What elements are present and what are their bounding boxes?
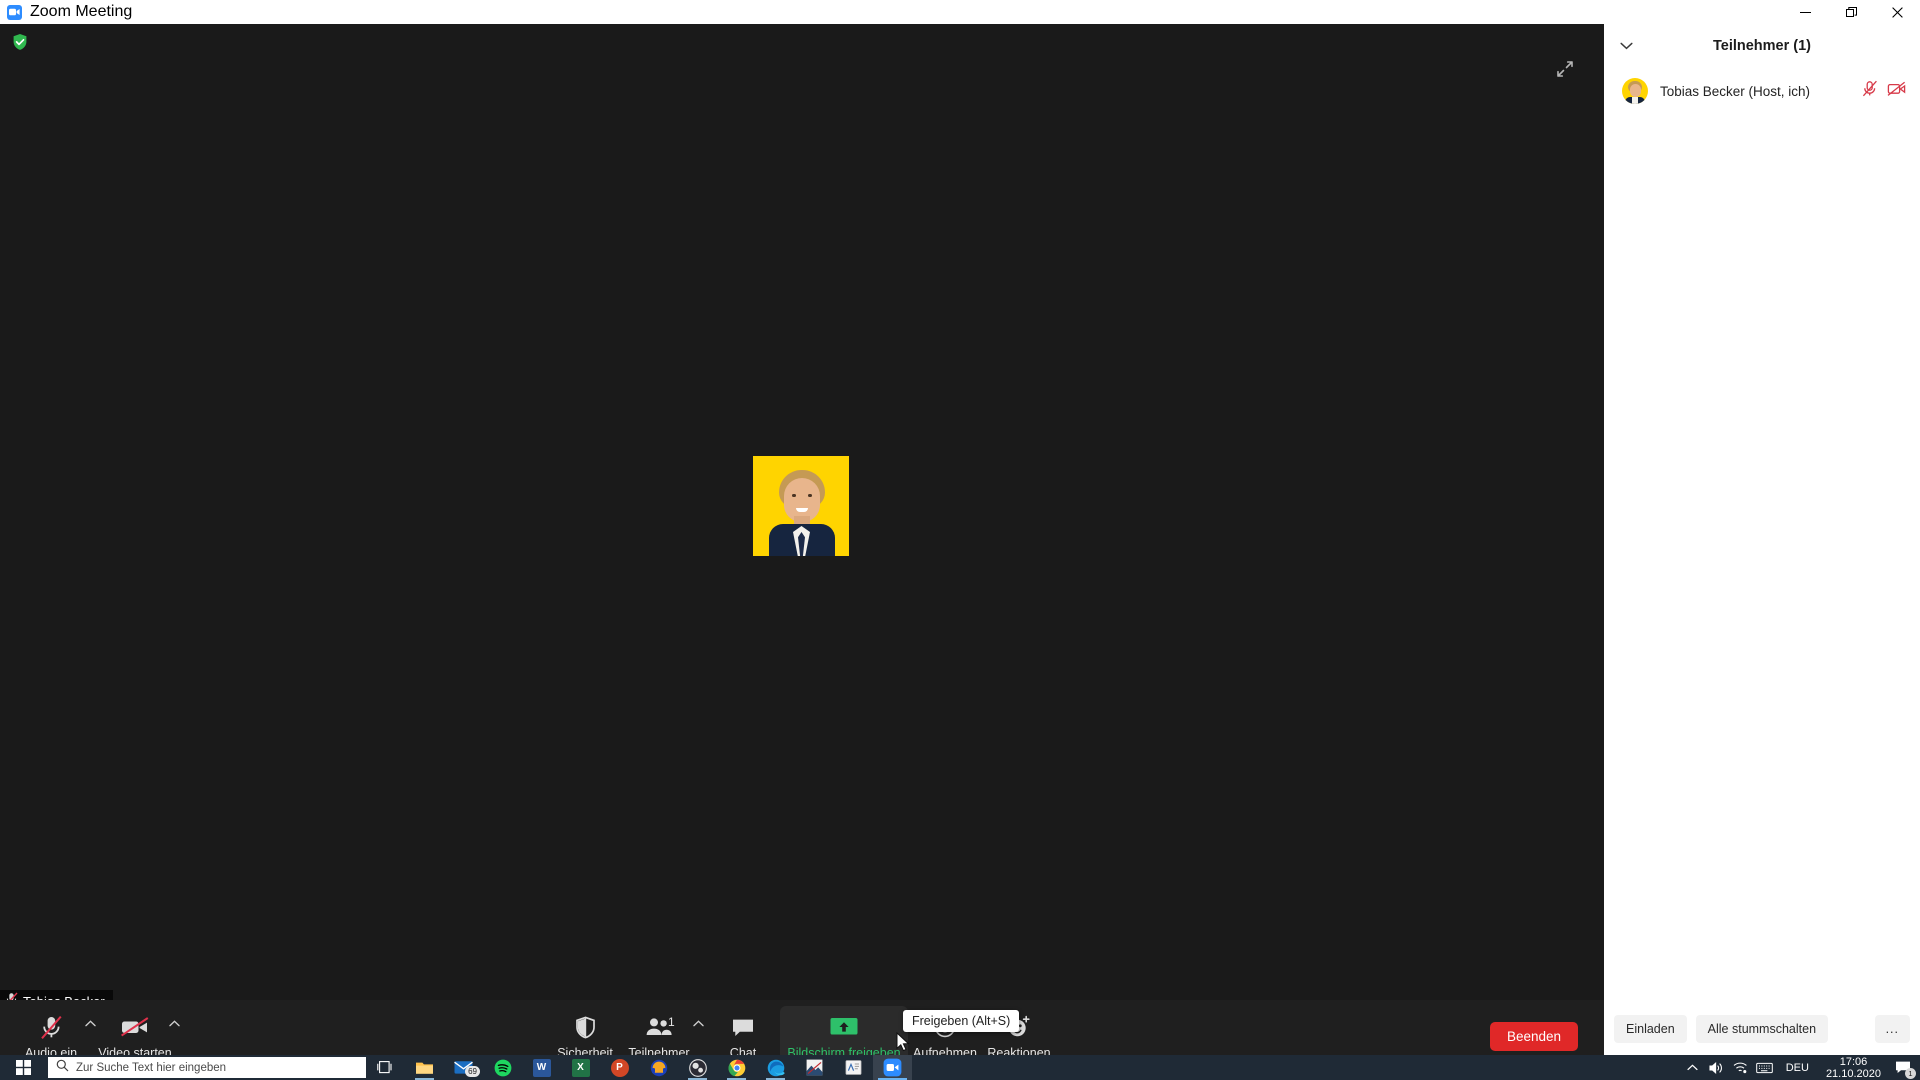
video-off-red-icon[interactable] <box>1887 81 1906 102</box>
mute-all-button[interactable]: Alle stummschalten <box>1695 1015 1829 1043</box>
photo-editor-icon[interactable] <box>795 1055 834 1080</box>
audacity-icon[interactable] <box>639 1055 678 1080</box>
chevron-down-icon[interactable] <box>1620 37 1633 55</box>
chrome-icon[interactable] <box>717 1055 756 1080</box>
spotify-icon[interactable] <box>483 1055 522 1080</box>
document-app-icon[interactable] <box>834 1055 873 1080</box>
toolbar-right-group: Beenden <box>1489 1022 1578 1051</box>
clock-date: 21.10.2020 <box>1825 1067 1881 1080</box>
mail-unread-badge: 69 <box>465 1066 480 1077</box>
word-icon[interactable]: W <box>522 1055 561 1080</box>
notifications-count-badge: 1 <box>1905 1068 1916 1079</box>
titlebar-left: Zoom Meeting <box>0 3 132 21</box>
zoom-logo-icon <box>7 4 22 20</box>
mail-icon[interactable]: 69 <box>444 1055 483 1080</box>
green-shield-check-icon[interactable] <box>11 33 29 51</box>
action-center-icon[interactable]: 1 <box>1890 1055 1916 1080</box>
user-avatar-photo <box>753 456 849 556</box>
search-input[interactable]: Zur Suche Text hier eingeben <box>48 1057 366 1078</box>
participants-count-badge: 1 <box>668 1015 675 1029</box>
obs-icon[interactable] <box>678 1055 717 1080</box>
participants-panel: Teilnehmer (1) Tobias Becker (Host, ich) <box>1604 24 1920 1055</box>
minimize-icon[interactable] <box>1782 0 1828 24</box>
zoom-app-icon[interactable] <box>873 1055 912 1080</box>
participant-name: Tobias Becker (Host, ich) <box>1660 83 1811 99</box>
video-off-icon <box>120 1014 150 1040</box>
excel-glyph: X <box>571 1058 590 1077</box>
participants-panel-title: Teilnehmer (1) <box>1712 38 1812 54</box>
avatar <box>1622 78 1648 104</box>
edge-icon[interactable] <box>756 1055 795 1080</box>
word-glyph: W <box>532 1058 551 1077</box>
file-explorer-icon[interactable] <box>405 1055 444 1080</box>
share-screen-tooltip: Freigeben (Alt+S) <box>903 1010 1020 1032</box>
participants-list: Tobias Becker (Host, ich) <box>1604 68 1920 1003</box>
language-indicator[interactable]: DEU <box>1778 1062 1817 1074</box>
system-tray: DEU 17:06 21.10.2020 1 <box>1682 1055 1920 1080</box>
shield-icon <box>575 1014 596 1040</box>
participants-panel-footer: Einladen Alle stummschalten ... <box>1604 1003 1920 1055</box>
mic-muted-red-icon[interactable] <box>1862 80 1878 102</box>
excel-icon[interactable]: X <box>561 1055 600 1080</box>
windows-taskbar: Zur Suche Text hier eingeben 69 W X P DE… <box>0 1055 1920 1080</box>
windows-start-icon[interactable] <box>0 1055 46 1080</box>
self-video-tile[interactable] <box>753 456 849 556</box>
share-screen-icon <box>829 1014 859 1040</box>
wifi-icon[interactable] <box>1730 1055 1752 1080</box>
invite-button[interactable]: Einladen <box>1614 1015 1687 1043</box>
window-controls <box>1782 0 1920 24</box>
end-meeting-button[interactable]: Beenden <box>1489 1022 1578 1051</box>
powerpoint-glyph: P <box>610 1058 629 1077</box>
keyboard-icon[interactable] <box>1754 1055 1776 1080</box>
powerpoint-icon[interactable]: P <box>600 1055 639 1080</box>
zoom-meeting-window: Zoom Meeting Audio ein Video starten Sic… <box>0 0 1920 1080</box>
window-title: Zoom Meeting <box>30 3 133 20</box>
restore-icon[interactable] <box>1828 0 1874 24</box>
participants-panel-header: Teilnehmer (1) <box>1604 24 1920 68</box>
close-icon[interactable] <box>1874 0 1920 24</box>
enter-fullscreen-icon[interactable] <box>1552 56 1578 82</box>
search-placeholder: Zur Suche Text hier eingeben <box>76 1061 227 1074</box>
clock[interactable]: 17:06 21.10.2020 <box>1819 1056 1888 1080</box>
chevron-up-icon[interactable] <box>1682 1055 1704 1080</box>
mic-muted-icon <box>40 1014 63 1040</box>
speaker-icon[interactable] <box>1706 1055 1728 1080</box>
more-options-button[interactable]: ... <box>1874 1015 1910 1043</box>
participant-status-icons <box>1862 80 1906 102</box>
window-titlebar: Zoom Meeting <box>0 0 1920 24</box>
participant-row[interactable]: Tobias Becker (Host, ich) <box>1604 70 1920 112</box>
chat-bubble-icon <box>731 1014 755 1040</box>
meeting-stage: Tobias Becker Audio ein <box>0 24 1604 1079</box>
search-icon <box>56 1059 69 1077</box>
clock-time: 17:06 <box>1839 1055 1868 1068</box>
task-view-icon[interactable] <box>366 1055 405 1080</box>
